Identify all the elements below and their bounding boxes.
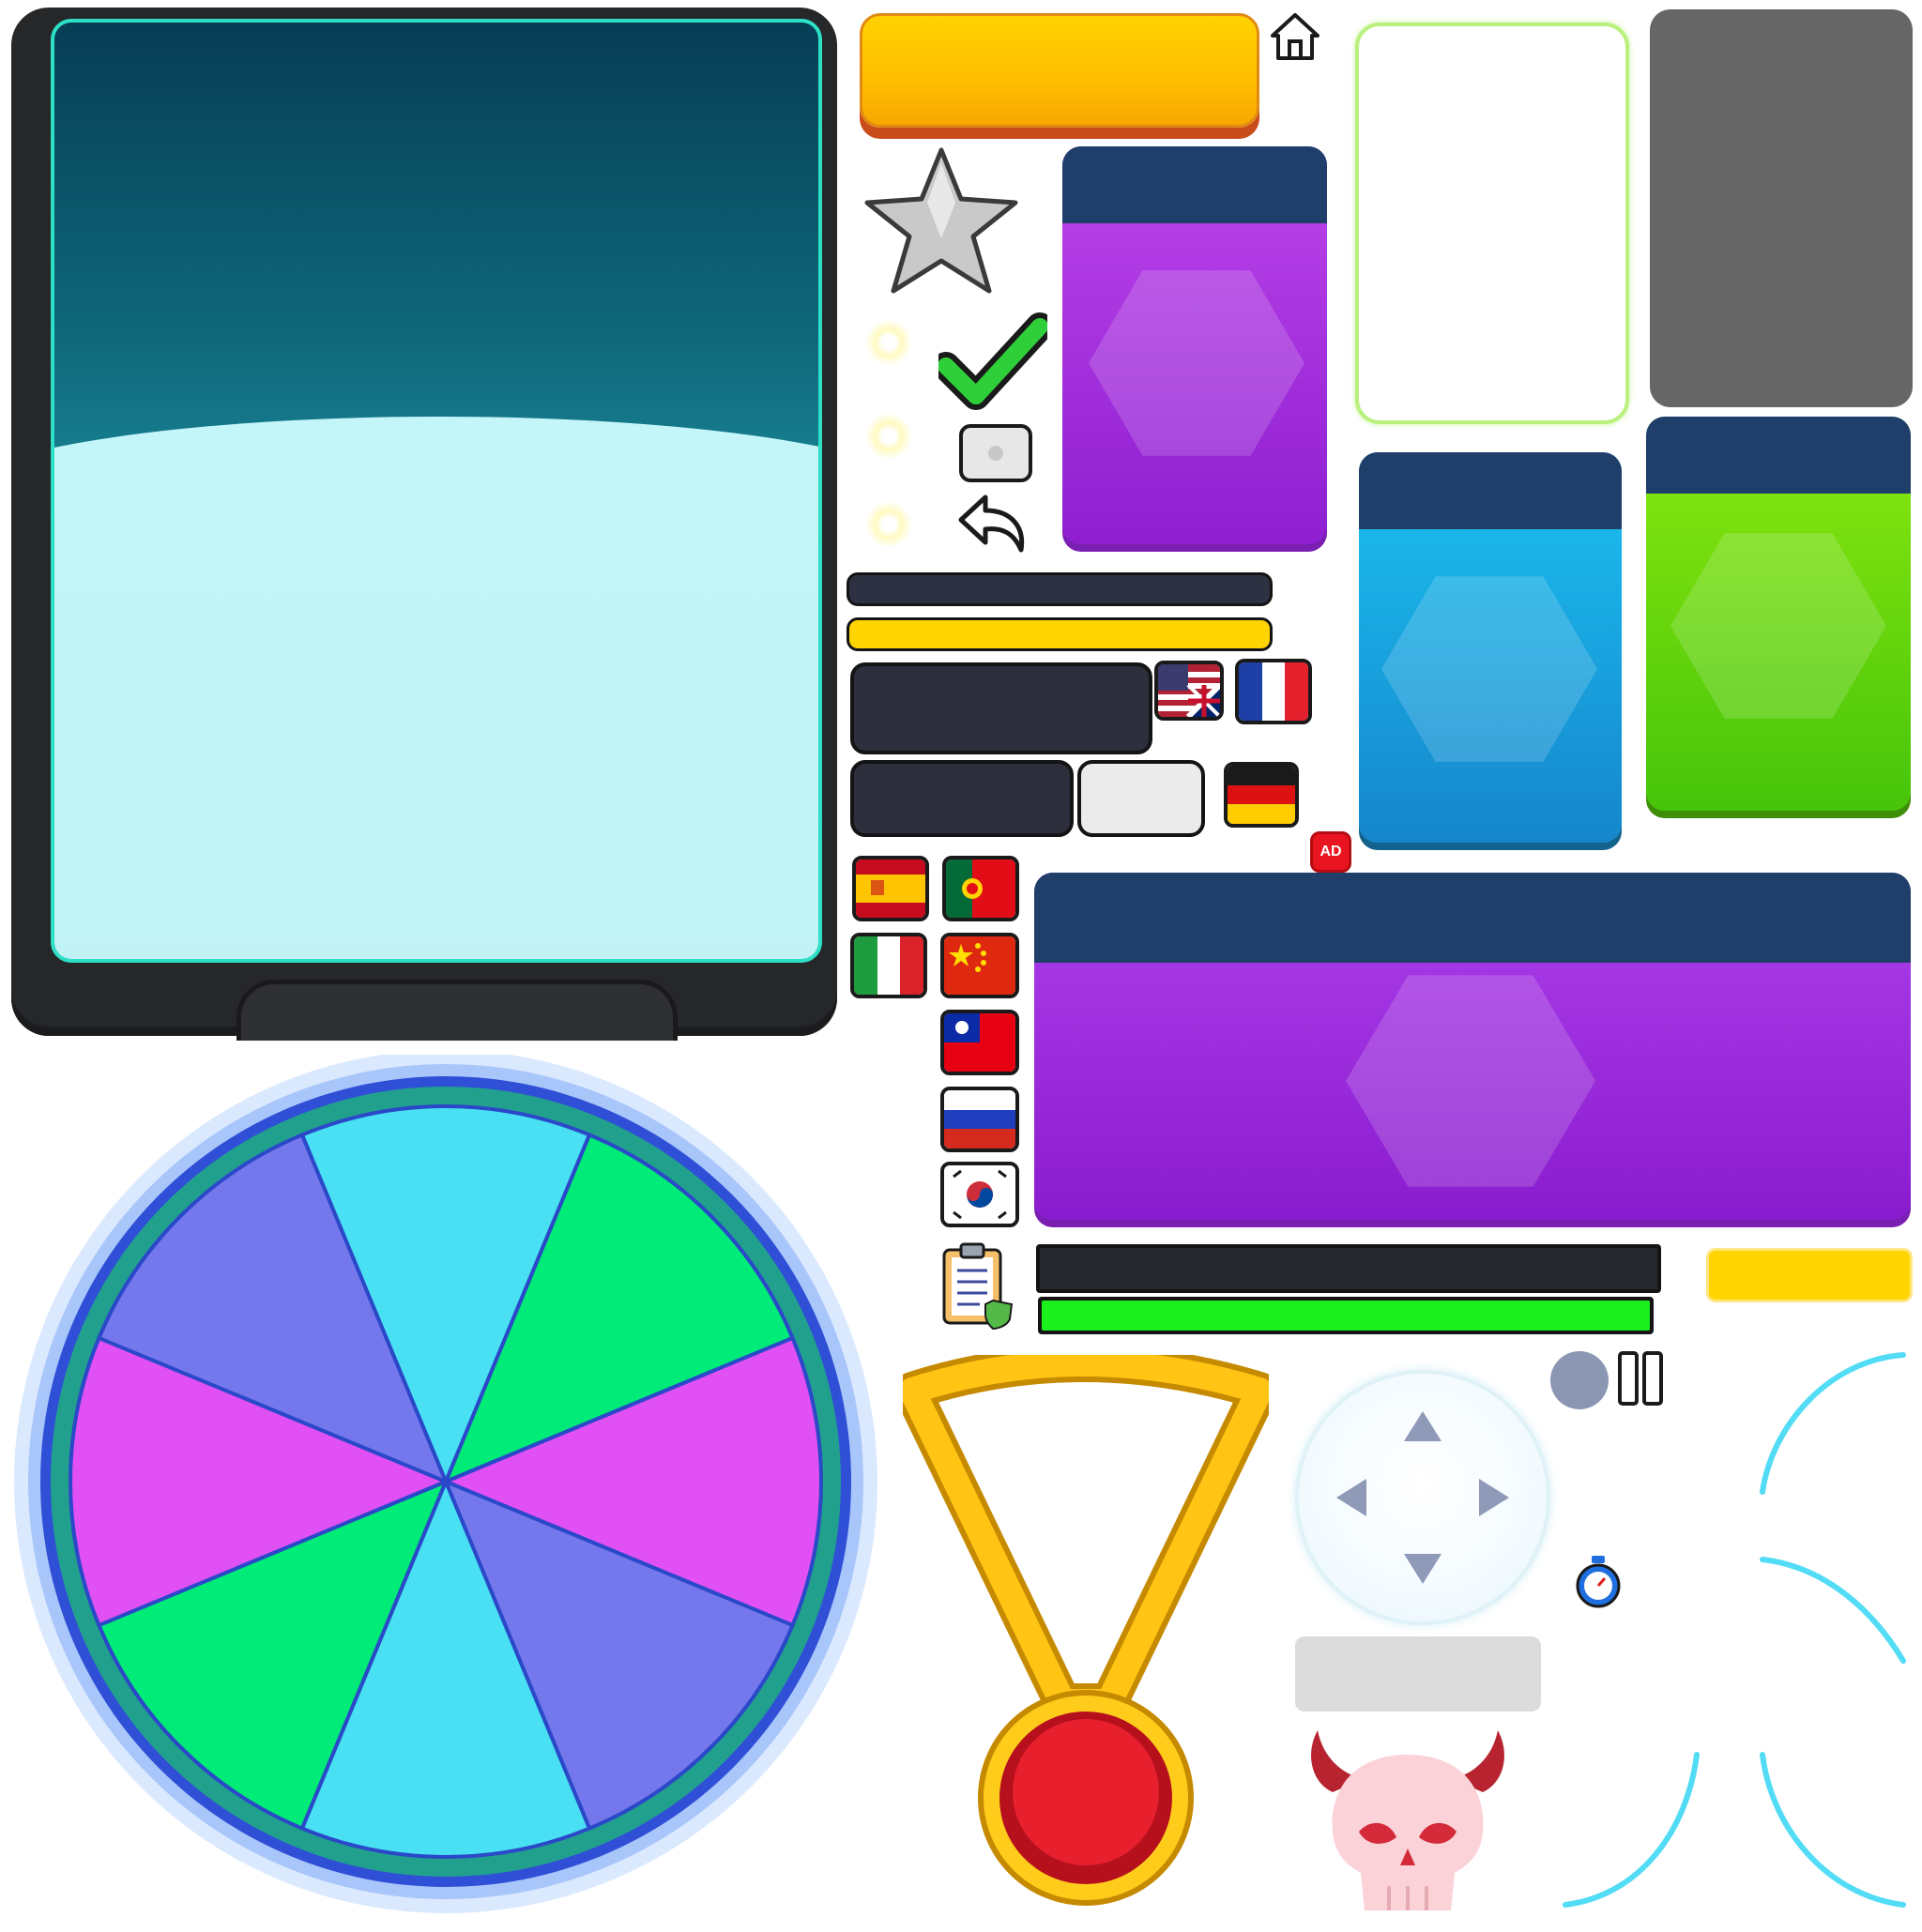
- dark-panel[interactable]: [850, 662, 1152, 754]
- flag-korea[interactable]: [940, 1162, 1019, 1227]
- flag-france[interactable]: [1235, 659, 1312, 724]
- pendant-icon: [893, 1345, 1278, 1918]
- sparkle-icon: [865, 319, 912, 366]
- card-header: [1062, 146, 1327, 223]
- flag-russia[interactable]: [940, 1087, 1019, 1152]
- dpad-down-arrow[interactable]: [1404, 1554, 1442, 1584]
- wheel-segments: [69, 1104, 823, 1859]
- white-card: [1355, 23, 1629, 424]
- dark-panel-small[interactable]: [850, 760, 1074, 837]
- progress-fill-green: [1042, 1301, 1650, 1331]
- star-icon: [862, 145, 1021, 297]
- flag-us-uk[interactable]: [1154, 661, 1224, 721]
- progress-track: [847, 572, 1273, 606]
- toggle-knob: [988, 446, 1003, 461]
- flag-germany[interactable]: [1224, 762, 1299, 828]
- green-card[interactable]: [1646, 417, 1911, 811]
- dpad-right-arrow[interactable]: [1479, 1479, 1509, 1516]
- flag-taiwan[interactable]: [940, 1010, 1019, 1075]
- clipboard-check-icon[interactable]: [938, 1240, 1023, 1331]
- ad-label: AD: [1319, 844, 1342, 860]
- progress-fill-yellow: [847, 617, 1273, 651]
- dpad-control[interactable]: [1295, 1370, 1550, 1625]
- dpad-up-arrow[interactable]: [1404, 1411, 1442, 1441]
- purple-banner-card[interactable]: [1034, 873, 1911, 1220]
- scan-frame-corners: [1547, 1342, 1918, 1918]
- sparkle-icon: [865, 413, 912, 460]
- blue-card[interactable]: [1359, 452, 1622, 843]
- prize-wheel[interactable]: [9, 1050, 882, 1927]
- purple-card[interactable]: [1062, 146, 1327, 544]
- flag-china[interactable]: [940, 933, 1019, 998]
- toggle-button[interactable]: [959, 424, 1032, 482]
- card-header: [1034, 873, 1911, 963]
- gray-placeholder-bar: [1295, 1636, 1541, 1711]
- gray-card: [1650, 9, 1913, 407]
- flag-portugal[interactable]: [942, 856, 1019, 921]
- sparkle-icon: [865, 501, 912, 548]
- tablet-screen: [51, 19, 822, 963]
- tablet-panel: [11, 8, 837, 1041]
- home-icon[interactable]: [1267, 8, 1323, 64]
- tablet-screen-lower: [54, 417, 818, 959]
- checkmark-icon[interactable]: [932, 310, 1054, 413]
- progress-bar-green: [1038, 1297, 1654, 1334]
- tablet-bottom-tab: [236, 980, 678, 1041]
- yellow-button[interactable]: [860, 13, 1259, 128]
- progress-track-wide: [1036, 1244, 1661, 1293]
- yellow-chip[interactable]: [1706, 1248, 1913, 1302]
- card-header: [1359, 452, 1622, 529]
- card-header: [1646, 417, 1911, 494]
- light-panel-small[interactable]: [1077, 760, 1205, 837]
- back-arrow-icon[interactable]: [957, 492, 1032, 557]
- flag-italy[interactable]: [850, 933, 927, 998]
- ad-badge[interactable]: AD: [1310, 831, 1351, 873]
- flag-spain[interactable]: [852, 856, 929, 921]
- devil-skull-icon: [1295, 1727, 1520, 1918]
- dpad-left-arrow[interactable]: [1336, 1479, 1366, 1516]
